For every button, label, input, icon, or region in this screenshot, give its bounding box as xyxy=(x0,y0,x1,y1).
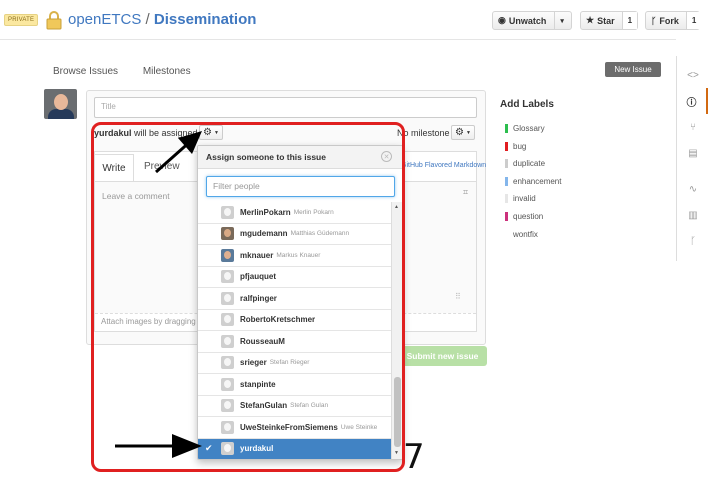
star-label: Star xyxy=(597,15,615,26)
eye-icon: ◉ xyxy=(498,15,506,25)
repo-nav-rail: <> ⓘ ⑂ ▤ ∿ ▥ ᚴ xyxy=(676,56,708,261)
submit-issue-button[interactable]: Submit new issue xyxy=(398,346,487,366)
fork-count: 1 xyxy=(685,12,702,29)
label-item[interactable]: bug xyxy=(505,141,527,151)
issues-icon[interactable]: ⓘ xyxy=(677,88,708,114)
fullscreen-icon[interactable]: ⌗ xyxy=(463,187,468,198)
gear-icon: ⚙ xyxy=(455,127,464,138)
new-issue-button[interactable]: New Issue xyxy=(605,62,661,77)
label-color-swatch xyxy=(505,159,508,169)
label-item[interactable]: invalid xyxy=(505,194,536,204)
milestones-link[interactable]: Milestones xyxy=(143,66,191,77)
label-item[interactable]: wontfix xyxy=(505,229,538,239)
label-name: Glossary xyxy=(513,124,545,133)
fork-label: Fork xyxy=(659,15,679,26)
avatar xyxy=(44,89,77,119)
repo-path: openETCS / Dissemination xyxy=(68,11,256,28)
labels-heading: Add Labels xyxy=(500,99,554,110)
label-name: wontfix xyxy=(513,229,538,239)
star-icon: ★ xyxy=(586,15,595,25)
title-input[interactable]: Title xyxy=(94,97,477,118)
label-name: question xyxy=(513,212,544,221)
annotation-arrow-up-icon xyxy=(155,131,202,174)
chevron-down-icon: ▼ xyxy=(466,129,471,136)
label-color-swatch xyxy=(505,212,508,221)
label-name: bug xyxy=(513,141,527,151)
label-item[interactable]: Glossary xyxy=(505,124,545,133)
label-name: duplicate xyxy=(513,159,546,169)
label-name: invalid xyxy=(513,194,536,204)
repo-owner-link[interactable]: openETCS xyxy=(68,11,141,28)
label-color-swatch xyxy=(505,124,508,133)
label-item[interactable]: question xyxy=(505,212,543,221)
watch-button[interactable]: ◉ Unwatch ▾ xyxy=(492,11,572,30)
chevron-down-icon: ▾ xyxy=(554,12,564,29)
graphs-icon[interactable]: ▥ xyxy=(677,202,708,228)
label-color-swatch xyxy=(505,194,508,204)
annotation-number: 7 xyxy=(403,437,425,477)
issue-nav: Browse Issues Milestones xyxy=(53,66,213,77)
label-item[interactable]: duplicate xyxy=(505,159,546,169)
header-divider xyxy=(0,39,676,40)
star-count: 1 xyxy=(621,12,638,29)
star-button[interactable]: ★ Star 1 xyxy=(580,11,638,30)
label-color-swatch xyxy=(505,229,508,239)
browse-issues-link[interactable]: Browse Issues xyxy=(53,66,118,77)
network-icon[interactable]: ᚴ xyxy=(677,228,708,254)
code-icon[interactable]: <> xyxy=(677,62,708,88)
repo-name-link[interactable]: Dissemination xyxy=(154,11,257,28)
repo-separator: / xyxy=(145,11,150,28)
label-name: enhancement xyxy=(513,176,562,186)
wiki-icon[interactable]: ▤ xyxy=(677,140,708,166)
pull-request-icon[interactable]: ⑂ xyxy=(677,114,708,140)
pulse-icon[interactable]: ∿ xyxy=(677,176,708,202)
lock-icon xyxy=(46,11,62,30)
watch-label: Unwatch xyxy=(508,15,547,26)
markdown-help-link[interactable]: GitHub Flavored Markdown xyxy=(401,162,486,169)
resize-handle-icon[interactable]: ⠿ xyxy=(455,292,461,301)
milestone-gear-button[interactable]: ⚙ ▼ xyxy=(451,125,475,140)
label-item[interactable]: enhancement xyxy=(505,176,562,186)
annotation-frame xyxy=(91,122,405,472)
label-color-swatch xyxy=(505,176,508,186)
annotation-arrow-right-icon xyxy=(115,434,202,458)
label-color-swatch xyxy=(505,141,508,151)
private-badge: PRIVATE xyxy=(4,14,39,26)
fork-button[interactable]: ᚴ Fork 1 xyxy=(645,11,702,30)
fork-icon: ᚴ xyxy=(651,15,657,26)
